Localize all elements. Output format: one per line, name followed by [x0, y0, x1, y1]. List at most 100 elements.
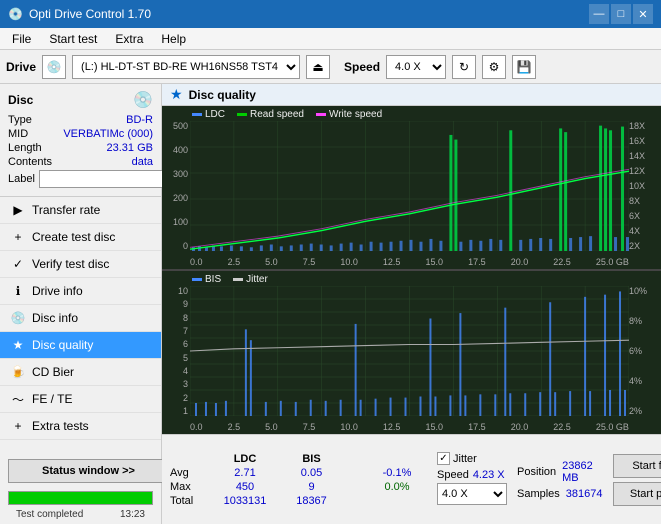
nav-items: ▶ Transfer rate + Create test disc ✓ Ver… — [0, 197, 161, 440]
menubar: File Start test Extra Help — [0, 28, 661, 50]
y-label-10x: 10X — [629, 181, 661, 191]
extra-tests-icon: + — [10, 418, 26, 434]
read-legend: Read speed — [250, 109, 304, 120]
y-label-18x: 18X — [629, 121, 661, 131]
start-part-button[interactable]: Start part — [613, 482, 661, 506]
disc-label-label: Label — [8, 173, 35, 185]
settings-button[interactable]: ⚙ — [482, 55, 506, 79]
disc-contents-value: data — [132, 156, 153, 168]
disc-section: Disc 💿 Type BD-R MID VERBATIMc (000) Len… — [0, 84, 161, 197]
menu-start-test[interactable]: Start test — [41, 30, 105, 48]
col-header-jitter — [367, 453, 427, 465]
y-label-2: 2 — [162, 393, 190, 403]
top-chart-svg — [190, 121, 629, 251]
y-label-12x: 12X — [629, 166, 661, 176]
maximize-button[interactable]: □ — [611, 4, 631, 24]
nav-label-drive-info: Drive info — [32, 284, 83, 298]
speed-value: 4.23 X — [473, 469, 505, 481]
position-value: 23862 MB — [562, 460, 602, 484]
samples-value: 381674 — [566, 488, 603, 500]
disc-title: Disc — [8, 93, 33, 107]
minimize-button[interactable]: — — [589, 4, 609, 24]
drive-toolbar: Drive 💿 (L:) HL-DT-ST BD-RE WH16NS58 TST… — [0, 50, 661, 84]
max-jitter: 0.0% — [367, 481, 427, 493]
content-header-icon: ★ — [170, 86, 183, 103]
nav-label-create-test-disc: Create test disc — [32, 230, 115, 244]
content-title: Disc quality — [189, 88, 256, 102]
nav-item-disc-info[interactable]: 💿 Disc info — [0, 305, 161, 332]
y-label-100: 100 — [162, 217, 190, 227]
time-display: 13:23 — [112, 507, 153, 522]
nav-item-verify-test-disc[interactable]: ✓ Verify test disc — [0, 251, 161, 278]
top-chart-legend: LDC Read speed Write speed — [192, 109, 382, 120]
disc-info-icon: 💿 — [10, 310, 26, 326]
sidebar: Disc 💿 Type BD-R MID VERBATIMc (000) Len… — [0, 84, 162, 524]
progress-bar — [8, 491, 153, 505]
y-label-400: 400 — [162, 145, 190, 155]
y-label-9: 9 — [162, 299, 190, 309]
samples-label: Samples — [517, 488, 560, 500]
y-label-4pct: 4% — [629, 376, 661, 386]
bottom-chart: BIS Jitter — [162, 270, 661, 434]
y-label-14x: 14X — [629, 151, 661, 161]
nav-item-cd-bier[interactable]: 🍺 CD Bier — [0, 359, 161, 386]
speed-select[interactable]: 4.0 X — [386, 55, 446, 79]
disc-length-value: 23.31 GB — [107, 142, 153, 154]
x-50: 5.0 — [265, 257, 278, 267]
col-header-ldc: LDC — [210, 453, 280, 465]
nav-item-drive-info[interactable]: ℹ Drive info — [0, 278, 161, 305]
nav-item-disc-quality[interactable]: ★ Disc quality — [0, 332, 161, 359]
nav-item-extra-tests[interactable]: + Extra tests — [0, 413, 161, 440]
app-title: Opti Drive Control 1.70 — [29, 7, 151, 21]
menu-extra[interactable]: Extra — [107, 30, 151, 48]
total-ldc: 1033131 — [210, 495, 280, 507]
drive-label: Drive — [6, 60, 36, 74]
nav-item-transfer-rate[interactable]: ▶ Transfer rate — [0, 197, 161, 224]
y-label-300: 300 — [162, 169, 190, 179]
nav-label-fe-te: FE / TE — [32, 392, 72, 406]
y-label-8pct: 8% — [629, 316, 661, 326]
nav-item-create-test-disc[interactable]: + Create test disc — [0, 224, 161, 251]
bottom-y-axis-left: 10 9 8 7 6 5 4 3 2 1 — [162, 286, 190, 416]
y-label-8: 8 — [162, 313, 190, 323]
speed-label-stat: Speed — [437, 469, 469, 481]
x-125: 12.5 — [383, 257, 401, 267]
jitter-checkbox-row[interactable]: ✓ Jitter — [437, 452, 507, 465]
y-label-8x: 8X — [629, 196, 661, 206]
progress-area — [0, 487, 161, 507]
eject-button[interactable]: ⏏ — [306, 55, 330, 79]
start-full-button[interactable]: Start full — [613, 454, 661, 478]
disc-type-label: Type — [8, 114, 32, 126]
content-area: ★ Disc quality LDC Read speed Write spee… — [162, 84, 661, 524]
close-button[interactable]: ✕ — [633, 4, 653, 24]
avg-ldc: 2.71 — [210, 467, 280, 479]
disc-mid-value: VERBATIMc (000) — [63, 128, 153, 140]
stats-area: LDC BIS Avg 2.71 0.05 -0.1% Max 450 9 — [162, 434, 661, 524]
nav-item-fe-te[interactable]: 〜 FE / TE — [0, 386, 161, 413]
window-controls: — □ ✕ — [589, 4, 653, 24]
refresh-button[interactable]: ↻ — [452, 55, 476, 79]
y-label-6: 6 — [162, 339, 190, 349]
ldc-legend: LDC — [205, 109, 225, 120]
bottom-y-axis-right: 10% 8% 6% 4% 2% — [629, 286, 661, 416]
save-button[interactable]: 💾 — [512, 55, 536, 79]
drive-icon-btn[interactable]: 💿 — [42, 55, 66, 79]
menu-help[interactable]: Help — [153, 30, 194, 48]
x-225: 22.5 — [553, 257, 571, 267]
bottom-x-axis: 0.0 2.5 5.0 7.5 10.0 12.5 15.0 17.5 20.0… — [190, 422, 629, 432]
jitter-checkbox[interactable]: ✓ — [437, 452, 450, 465]
drive-select[interactable]: (L:) HL-DT-ST BD-RE WH16NS58 TST4 — [72, 55, 300, 79]
x-150: 15.0 — [426, 257, 444, 267]
speed-row: Speed 4.23 X — [437, 469, 507, 481]
titlebar-title: 💿 Opti Drive Control 1.70 — [8, 7, 151, 21]
transfer-rate-icon: ▶ — [10, 202, 26, 218]
status-window-button[interactable]: Status window >> — [8, 459, 169, 483]
y-label-4x: 4X — [629, 226, 661, 236]
x-75: 7.5 — [303, 257, 316, 267]
disc-length-label: Length — [8, 142, 42, 154]
y-label-5: 5 — [162, 353, 190, 363]
menu-file[interactable]: File — [4, 30, 39, 48]
speed-dropdown[interactable]: 4.0 X — [437, 483, 507, 505]
app-icon: 💿 — [8, 7, 23, 21]
progress-bar-fill — [9, 492, 152, 504]
